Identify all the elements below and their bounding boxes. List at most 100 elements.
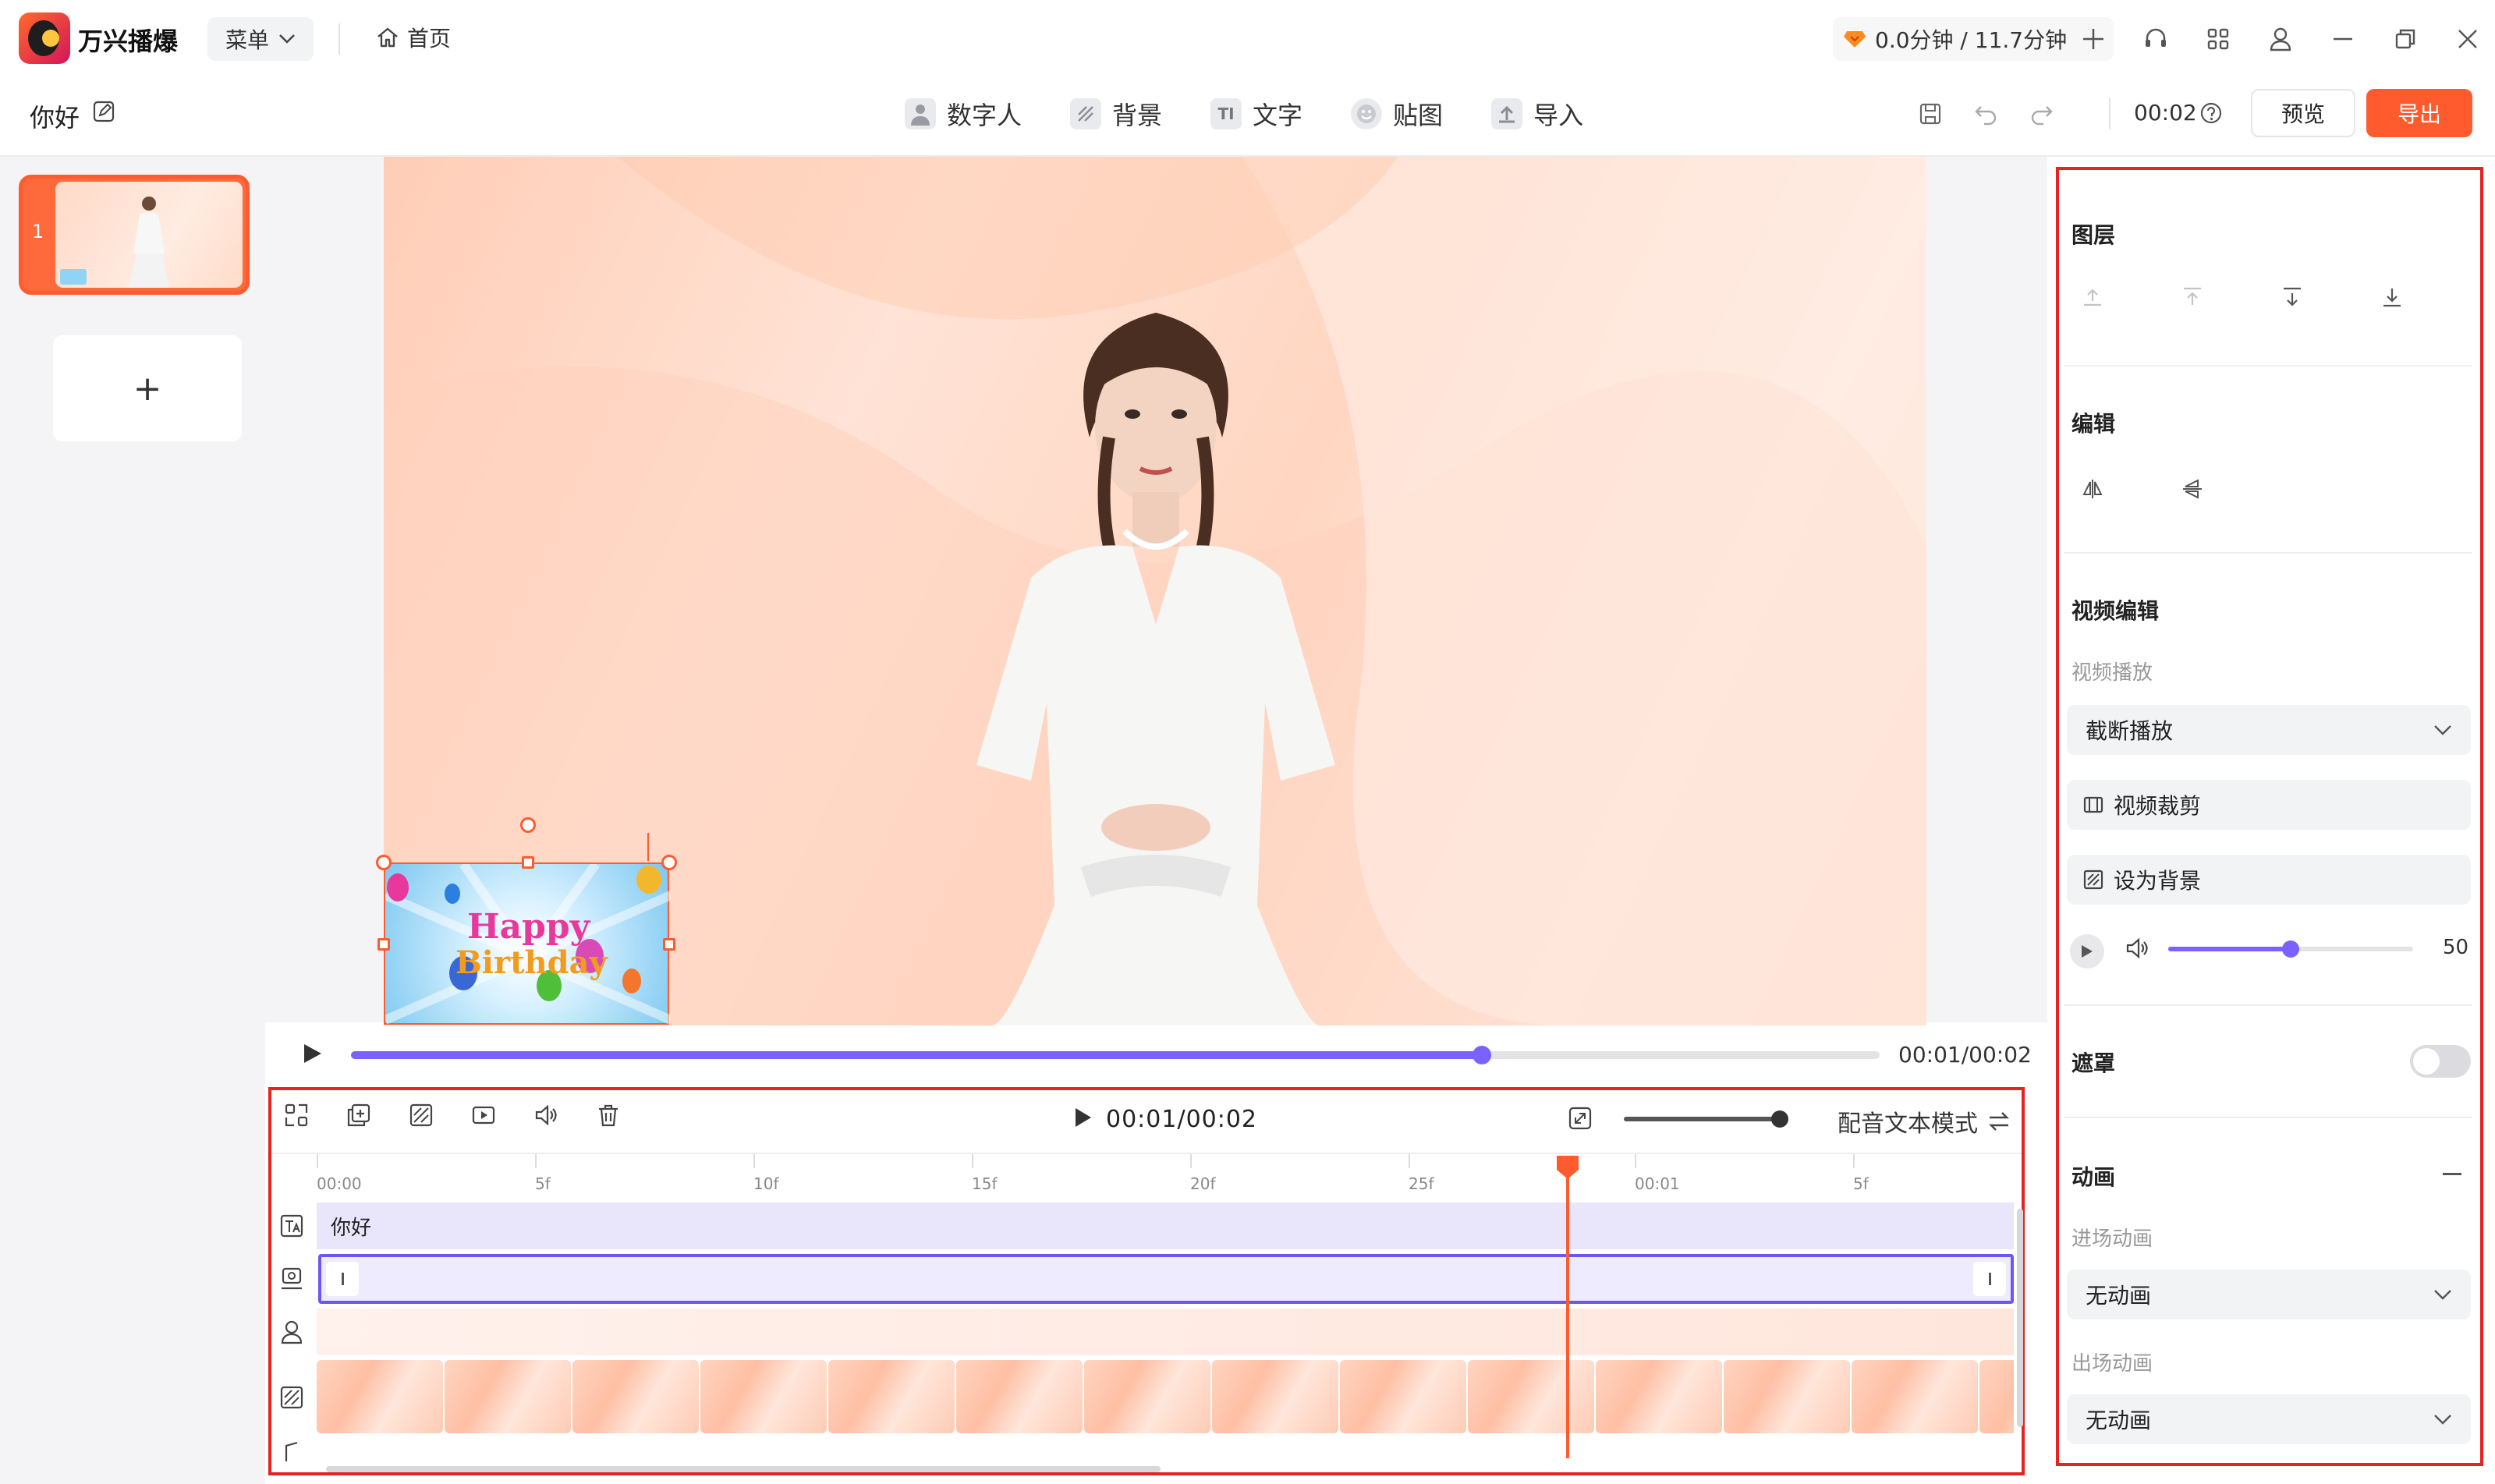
duration-display: 00:02: [2134, 100, 2197, 126]
timeline-zoom-slider[interactable]: [1624, 1117, 1788, 1121]
rotate-handle[interactable]: [520, 817, 536, 833]
background-frame: [1340, 1360, 1466, 1433]
swap-icon: [1987, 1110, 2011, 1132]
sticker-track-clip[interactable]: [318, 1254, 2014, 1304]
tool-digital-human[interactable]: 数字人: [905, 92, 1022, 136]
ruler-label: 5f: [535, 1174, 551, 1193]
usage-quota[interactable]: 0.0分钟 / 11.7分钟: [1833, 17, 2114, 61]
tool-text[interactable]: TI 文字: [1210, 92, 1302, 136]
play-icon[interactable]: [301, 1042, 323, 1065]
text-track-clip[interactable]: 你好: [317, 1202, 2014, 1249]
help-icon[interactable]: [2199, 101, 2223, 125]
title-bar: [0, 0, 2495, 78]
resize-handle[interactable]: [377, 938, 390, 951]
birthday-sticker[interactable]: Happy Birthday: [376, 817, 677, 1025]
dub-text-mode-toggle[interactable]: 配音文本模式: [1838, 1104, 2011, 1139]
timeline-horizontal-scrollbar[interactable]: [326, 1466, 1161, 1472]
undo-icon[interactable]: [1973, 102, 1998, 126]
tool-background[interactable]: 背景: [1070, 92, 1162, 136]
close-icon: [2457, 28, 2479, 50]
audio-preview-button[interactable]: [2070, 934, 2104, 969]
background-frame: [1596, 1360, 1722, 1433]
save-icon[interactable]: [1919, 102, 1942, 126]
divider: [2109, 98, 2110, 129]
scene-preview-image: [55, 182, 243, 288]
exit-animation-label: 出场动画: [2071, 1352, 2153, 1376]
restore-button[interactable]: [2387, 20, 2424, 58]
collapse-icon[interactable]: [2443, 1173, 2461, 1175]
project-title: 你好: [30, 103, 80, 133]
send-backward-icon[interactable]: [2281, 285, 2304, 309]
timeline-vertical-scrollbar[interactable]: [2017, 1209, 2023, 1427]
preview-button[interactable]: 预览: [2251, 89, 2355, 137]
divider: [2064, 365, 2472, 367]
video-play-label: 视频播放: [2071, 661, 2153, 685]
close-button[interactable]: [2449, 20, 2486, 58]
progress-fill: [351, 1051, 1482, 1059]
background-frame: [700, 1360, 827, 1433]
resize-handle[interactable]: [663, 938, 675, 951]
resize-handle[interactable]: [376, 855, 392, 870]
user-icon: [2269, 27, 2292, 51]
flip-vertical-icon[interactable]: [2181, 477, 2204, 501]
background-track-clip[interactable]: [317, 1360, 2014, 1433]
volume-knob[interactable]: [2282, 940, 2299, 958]
fit-timeline-icon[interactable]: [1568, 1106, 1593, 1131]
flip-horizontal-icon[interactable]: [2081, 477, 2104, 501]
redo-icon[interactable]: [2029, 102, 2054, 126]
mask-section-title: 遮罩: [2071, 1050, 2116, 1076]
crop-icon: [2082, 794, 2104, 816]
set-background-icon[interactable]: [407, 1101, 435, 1129]
rename-button[interactable]: [92, 100, 115, 123]
export-button[interactable]: 导出: [2366, 89, 2472, 137]
mask-toggle[interactable]: [2410, 1045, 2471, 1078]
scene-thumbnail[interactable]: 1: [19, 175, 250, 295]
timeline-play-icon[interactable]: [1073, 1106, 1093, 1129]
import-icon: [1491, 98, 1523, 129]
resize-handle[interactable]: [661, 855, 677, 870]
clip-trim-handle-right[interactable]: [1973, 1262, 2006, 1296]
minimize-button[interactable]: [2324, 20, 2362, 58]
video-play-dropdown[interactable]: 截断播放: [2067, 705, 2471, 755]
resize-handle[interactable]: [522, 856, 534, 869]
timeline-ruler[interactable]: 00:00 5f 10f 15f 20f 25f 00:01 5f: [317, 1154, 2018, 1201]
account-button[interactable]: [2262, 20, 2299, 58]
duplicate-icon[interactable]: [345, 1101, 373, 1129]
avatar-track-clip[interactable]: [317, 1309, 2014, 1355]
scene-number: 1: [32, 221, 44, 243]
background-frame: [1852, 1360, 1978, 1433]
delete-icon[interactable]: [594, 1101, 622, 1129]
minimize-icon: [2331, 27, 2355, 51]
chevron-down-icon: [2433, 1414, 2452, 1425]
sticker-track-icon: [278, 1265, 306, 1293]
timeline-zoom-knob[interactable]: [1771, 1110, 1788, 1128]
add-quota-button[interactable]: [2073, 17, 2114, 61]
tool-import[interactable]: 导入: [1491, 92, 1583, 136]
video-edit-section-title: 视频编辑: [2071, 598, 2160, 624]
enter-animation-dropdown[interactable]: 无动画: [2067, 1270, 2471, 1319]
support-button[interactable]: [2137, 20, 2174, 58]
split-icon[interactable]: [282, 1101, 310, 1129]
video-crop-button[interactable]: 视频裁剪: [2067, 780, 2471, 830]
tool-sticker[interactable]: 贴图: [1351, 92, 1443, 136]
add-scene-button[interactable]: +: [53, 335, 242, 441]
set-as-background-button[interactable]: 设为背景: [2067, 855, 2471, 905]
playhead-line[interactable]: [1566, 1157, 1569, 1458]
apps-button[interactable]: [2199, 20, 2237, 58]
sticker-text-happy: Happy: [467, 907, 591, 947]
background-frame: [572, 1360, 699, 1433]
exit-animation-dropdown[interactable]: 无动画: [2067, 1394, 2471, 1444]
tool-label: 文字: [1253, 101, 1303, 130]
send-to-back-icon[interactable]: [2380, 285, 2404, 309]
volume-icon[interactable]: [532, 1101, 560, 1129]
crop-label: 视频裁剪: [2114, 793, 2202, 819]
menu-button[interactable]: 菜单: [207, 17, 314, 61]
enter-animation-value: 无动画: [2086, 1283, 2152, 1309]
home-link[interactable]: 首页: [376, 22, 451, 53]
restore-icon: [2394, 27, 2417, 51]
replace-media-icon[interactable]: [470, 1101, 498, 1129]
clip-trim-handle-left[interactable]: [326, 1262, 359, 1296]
progress-knob[interactable]: [1473, 1046, 1491, 1064]
bring-forward-icon[interactable]: [2081, 285, 2104, 309]
bring-to-front-icon[interactable]: [2181, 285, 2204, 309]
